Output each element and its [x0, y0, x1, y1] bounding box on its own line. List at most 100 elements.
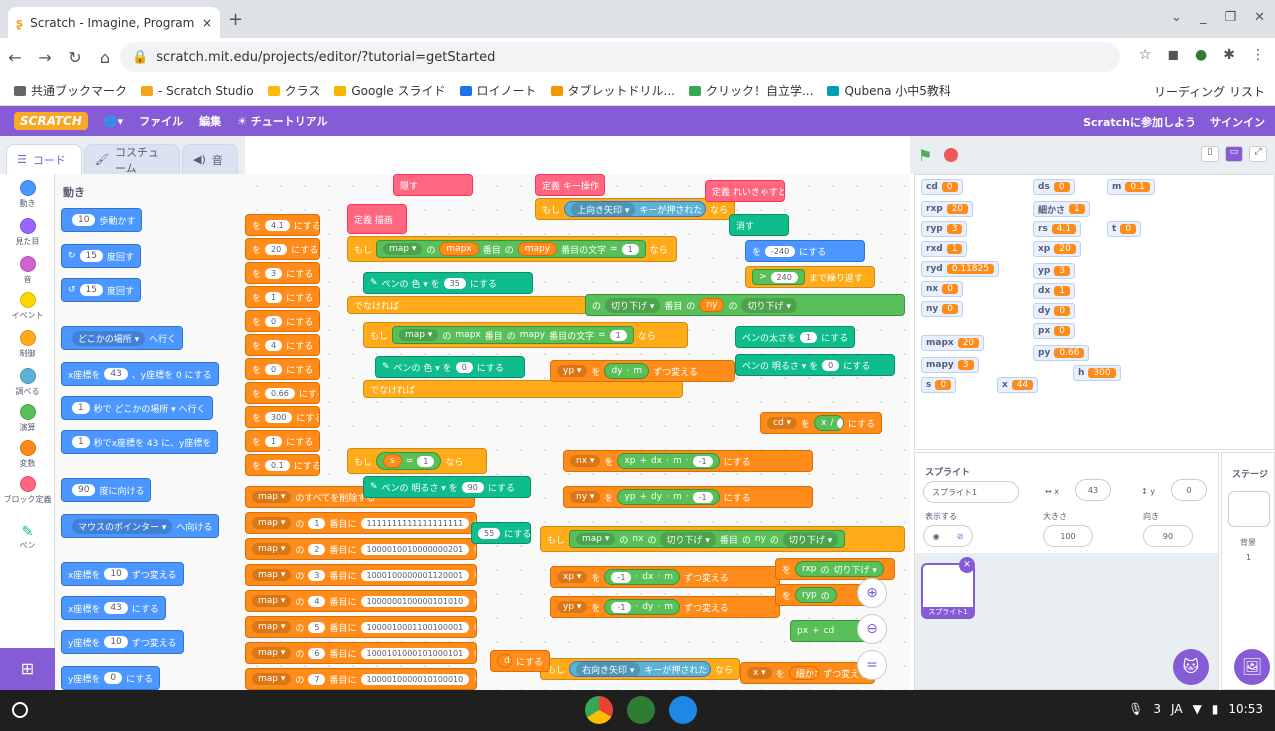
- bookmark-item[interactable]: Qubena 小中5教科: [827, 82, 951, 99]
- bookmark-item[interactable]: - Scratch Studio: [141, 84, 254, 98]
- bookmark-item[interactable]: タブレットドリル...: [550, 82, 675, 99]
- code-block-pen-size[interactable]: ペンの太さを 1 にする: [735, 326, 855, 348]
- bookmark-item[interactable]: 共通ブックマーク: [14, 82, 127, 99]
- code-block-if-s[interactable]: もし s = 1 なら: [347, 448, 487, 474]
- minimize-button[interactable]: _: [1200, 10, 1207, 25]
- palette-block[interactable]: どこかの場所 ▾ へ行く: [61, 326, 184, 350]
- green-flag-icon[interactable]: ⚑: [918, 146, 932, 165]
- tab-search-icon[interactable]: ⌄: [1171, 10, 1182, 25]
- restore-button[interactable]: ❐: [1224, 10, 1236, 25]
- category-sound[interactable]: 音: [0, 256, 55, 285]
- tab-close-button[interactable]: ×: [202, 16, 212, 30]
- delete-sprite-icon[interactable]: ✕: [959, 557, 975, 573]
- tab-code[interactable]: ☰ コード: [6, 144, 82, 174]
- palette-block[interactable]: 90 度に向ける: [61, 478, 152, 502]
- file-menu[interactable]: ファイル: [139, 113, 183, 129]
- code-block-insert-list[interactable]: map ▾の3番目に1000100000001120001を挿入する: [245, 564, 477, 586]
- code-block-define-key[interactable]: 定義 キー操作: [535, 174, 605, 196]
- code-block-set-var[interactable]: を 0.1 にする: [245, 454, 320, 476]
- size-input[interactable]: 100: [1043, 525, 1093, 547]
- category-operators[interactable]: 演算: [0, 404, 55, 433]
- category-control[interactable]: 制御: [0, 330, 55, 359]
- code-block-set-var[interactable]: を 20 にする: [245, 238, 320, 260]
- code-block-erase[interactable]: 消す: [729, 214, 789, 236]
- menu-icon[interactable]: ⋮: [1251, 47, 1265, 63]
- category-sensing[interactable]: 調べる: [0, 368, 55, 397]
- bookmark-item[interactable]: クラス: [267, 82, 320, 99]
- ime-indicator[interactable]: JA: [1171, 702, 1183, 716]
- zoom-out-button[interactable]: ⊖: [857, 614, 887, 644]
- bookmark-item[interactable]: ロイノート: [459, 82, 537, 99]
- code-block-if-up[interactable]: もし 上向き矢印 ▾ キーが押された なら: [535, 198, 735, 220]
- reload-icon[interactable]: ↻: [60, 48, 90, 67]
- code-block-pen-55[interactable]: 55 にする: [471, 522, 531, 544]
- code-block-pen-color[interactable]: ✎ ペンの 色 ▾ を 35 にする: [363, 272, 533, 294]
- tab-sound[interactable]: ◀) 音: [182, 144, 238, 174]
- stage-thumbnail[interactable]: [1228, 491, 1270, 527]
- palette-block[interactable]: x座標を 10 ずつ変える: [61, 562, 184, 586]
- zoom-reset-button[interactable]: =: [857, 650, 887, 680]
- clock[interactable]: 10:53: [1228, 702, 1263, 716]
- chrome-icon[interactable]: [585, 696, 613, 724]
- extension-green-icon[interactable]: ●: [1195, 47, 1207, 63]
- puzzle-icon[interactable]: ✱: [1223, 47, 1235, 63]
- code-workspace[interactable]: を 4.1 にするを 20 にするを 3 にするを 1 にするを 0 にするを 4 にするを 0 にするを 0…: [245, 174, 910, 690]
- code-block-yp-change[interactable]: yp ▾ を dy · m ずつ変える: [550, 360, 735, 382]
- palette-block[interactable]: 10 歩動かす: [61, 208, 143, 232]
- code-block-set-var[interactable]: を 0 にする: [245, 310, 320, 332]
- x-input[interactable]: 43: [1075, 479, 1111, 501]
- code-block-set-var[interactable]: を 0 にする: [245, 358, 320, 380]
- palette-block[interactable]: ↻ 15 度回す: [61, 244, 142, 268]
- tutorial-menu[interactable]: ☀ チュートリアル: [237, 113, 328, 129]
- small-stage-button[interactable]: ▯: [1201, 146, 1219, 162]
- code-block-set-var[interactable]: を300にする: [245, 406, 320, 428]
- code-block-insert-list[interactable]: map ▾の7番目に1000010000010100010を挿入する: [245, 668, 477, 690]
- scratch-logo[interactable]: SCRATCH: [14, 112, 88, 130]
- code-block-insert-list[interactable]: map ▾の6番目に1000101000101000101を挿入する: [245, 642, 477, 664]
- code-block-ds-set[interactable]: dsにする: [490, 650, 550, 672]
- join-scratch-link[interactable]: Scratchに参加しよう: [1083, 114, 1196, 130]
- bookmark-item[interactable]: クリック！自立学...: [688, 82, 813, 99]
- stop-icon[interactable]: [944, 148, 958, 162]
- code-block-else-2[interactable]: でなければ: [363, 380, 683, 398]
- zoom-in-button[interactable]: ⊕: [857, 578, 887, 608]
- school-app-icon[interactable]: [627, 696, 655, 724]
- palette-block[interactable]: ↺ 15 度回す: [61, 278, 142, 302]
- star-icon[interactable]: ☆: [1139, 47, 1152, 63]
- code-block-define-clear[interactable]: 定義 れいきゃすと: [705, 180, 785, 202]
- close-window-button[interactable]: ✕: [1254, 10, 1265, 25]
- code-block-pen-color-0[interactable]: ✎ ペンの 色 ▾ を 0 にする: [375, 356, 525, 378]
- code-block-set-var[interactable]: を 1 にする: [245, 430, 320, 452]
- palette-block[interactable]: 1 秒で どこかの場所 ▾ へ行く: [61, 396, 213, 420]
- normal-stage-button[interactable]: ▭: [1225, 146, 1243, 162]
- code-block-x-change[interactable]: x ▾を細かさずつ変える: [740, 662, 875, 684]
- direction-input[interactable]: 90: [1143, 525, 1193, 547]
- code-block-define-draw[interactable]: 定義 描画: [347, 204, 407, 234]
- launcher-icon[interactable]: [12, 702, 28, 718]
- category-looks[interactable]: 見た目: [0, 218, 55, 247]
- code-block-pen-bright[interactable]: ✎ ペンの 明るさ ▾ を 90 にする: [363, 476, 531, 498]
- stage-canvas[interactable]: cd 0 ds 0 m 0.1 rxp 20 細かさ 1 ryp 3 rs 4.1 t 0 rxd 1 xp 20 ry…: [914, 174, 1275, 450]
- add-extension-button[interactable]: ⊞: [0, 648, 55, 690]
- code-block-insert-list[interactable]: map ▾の2番目に1000010010000000201を挿入する: [245, 538, 477, 560]
- code-block-hide[interactable]: 隠す: [393, 174, 473, 196]
- palette-block[interactable]: マウスのポインター ▾ へ向ける: [61, 514, 220, 538]
- signin-link[interactable]: サインイン: [1210, 114, 1265, 130]
- palette-block[interactable]: y座標を 10 ずつ変える: [61, 630, 184, 654]
- notification-badge[interactable]: 3: [1153, 702, 1161, 716]
- code-block-insert-list[interactable]: map ▾の4番目に1000000100000101010を挿入する: [245, 590, 477, 612]
- fullscreen-button[interactable]: ⤢: [1249, 146, 1267, 162]
- palette-block[interactable]: x座標を 43 にする: [61, 596, 166, 620]
- code-block-set-var[interactable]: を 4 にする: [245, 334, 320, 356]
- home-icon[interactable]: ⌂: [90, 48, 120, 67]
- omnibox[interactable]: 🔒 scratch.mit.edu/projects/editor/?tutor…: [120, 42, 1120, 72]
- code-block-pen-bright-0[interactable]: ペンの 明るさ ▾ を 0 にする: [735, 354, 895, 376]
- choose-sprite-button[interactable]: 🐱: [1173, 649, 1209, 685]
- extension-icon[interactable]: ◼: [1167, 47, 1179, 63]
- y-input[interactable]: 0: [1171, 479, 1207, 501]
- code-block-xp-change[interactable]: xp ▾ を -1 · dx · m ずつ変える: [550, 566, 780, 588]
- code-block-if-map-3[interactable]: もし map ▾ の nx の切り下げ ▾ 番目の ny の切り下げ ▾: [540, 526, 905, 552]
- forward-icon[interactable]: →: [30, 48, 60, 67]
- code-block-set-var[interactable]: を 3 にする: [245, 262, 320, 284]
- category-motion[interactable]: 動き: [0, 180, 55, 209]
